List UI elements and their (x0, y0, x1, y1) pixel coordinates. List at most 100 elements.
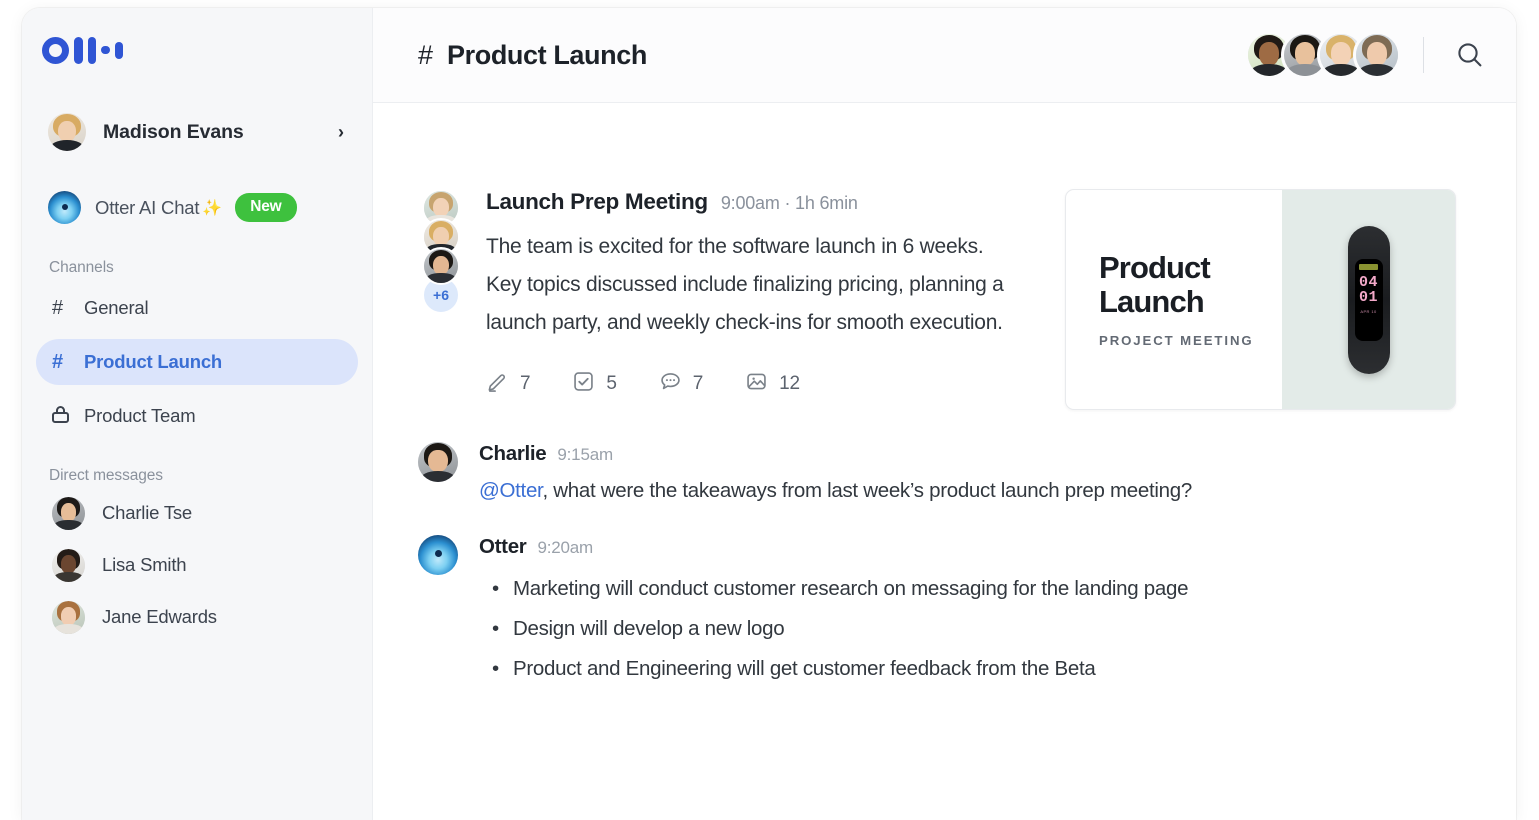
avatar (48, 113, 86, 151)
sidebar-item-product-launch[interactable]: # Product Launch (36, 339, 358, 385)
band-time-bottom: 01 (1358, 288, 1378, 306)
avatar (422, 247, 460, 285)
mention-otter[interactable]: @Otter (479, 479, 543, 502)
message-sender: Charlie (479, 442, 547, 465)
stat-count: 7 (520, 373, 531, 394)
logo-bar-icon (74, 36, 83, 64)
band-status-bar (1359, 263, 1378, 270)
sparkle-icon: ✨ (202, 199, 223, 217)
thumbnail-title-line2: Launch (1099, 284, 1205, 319)
header-divider (1423, 37, 1424, 73)
hash-icon: # (418, 39, 434, 70)
sidebar-dm-lisa-smith[interactable]: Lisa Smith (36, 541, 358, 589)
sidebar-user-row[interactable]: Madison Evans › (36, 104, 358, 160)
sidebar-item-label: Product Team (84, 405, 196, 426)
channels-section-label: Channels (49, 259, 114, 276)
message-timestamp: 9:15am (557, 445, 613, 464)
sidebar-dm-charlie-tse[interactable]: Charlie Tse (36, 489, 358, 537)
main-content: # Product Launch +6 Launch Prep Meeting … (373, 8, 1516, 820)
avatar (52, 496, 85, 530)
otter-logo[interactable] (42, 36, 372, 64)
meeting-summary-text: The team is excited for the software lau… (486, 235, 1004, 334)
page-title: Product Launch (447, 39, 647, 70)
comment-icon (659, 370, 682, 398)
stat-comments[interactable]: 7 (659, 370, 703, 398)
list-item: Design will develop a new logo (479, 609, 1456, 649)
new-badge: New (235, 193, 297, 222)
meeting-thumbnail-card[interactable]: Product Launch PROJECT MEETING 04 01 APR… (1065, 189, 1456, 410)
logo-bar-icon (87, 36, 96, 64)
sidebar-item-label: General (84, 297, 149, 318)
message-otter: Otter 9:20am Marketing will conduct cust… (418, 535, 1456, 689)
checkbox-icon (572, 370, 595, 398)
message-sender: Otter (479, 535, 527, 558)
thumbnail-text-panel: Product Launch PROJECT MEETING (1066, 190, 1282, 409)
message-charlie: Charlie 9:15am @Otter, what were the tak… (418, 442, 1456, 503)
sidebar: Madison Evans › Otter AI Chat ✨ New Chan… (22, 8, 373, 820)
avatar (52, 548, 85, 582)
meeting-participant-stack[interactable]: +6 (418, 189, 464, 410)
sidebar-item-label: Product Launch (84, 351, 223, 372)
lock-icon (52, 405, 78, 427)
chevron-right-icon[interactable]: › (338, 123, 344, 141)
search-icon[interactable] (1450, 35, 1490, 75)
message-timestamp: 9:20am (537, 538, 593, 557)
logo-bar-small-icon (114, 41, 123, 59)
fitness-band-image: 04 01 APR 10 (1347, 225, 1390, 374)
message-content: Charlie 9:15am @Otter, what were the tak… (458, 442, 1456, 503)
dm-name: Jane Edwards (102, 606, 217, 627)
message-header: Otter 9:20am (479, 535, 1456, 559)
stat-images[interactable]: 12 (745, 370, 800, 398)
stat-count: 5 (606, 373, 617, 394)
sidebar-item-otter-ai-chat[interactable]: Otter AI Chat ✨ New (36, 184, 358, 231)
band-time-top: 04 (1358, 273, 1378, 291)
logo-dot-icon (101, 37, 110, 64)
thumbnail-subtitle: PROJECT MEETING (1099, 333, 1254, 348)
app-window: Madison Evans › Otter AI Chat ✨ New Chan… (22, 8, 1516, 820)
sidebar-item-general[interactable]: # General (36, 285, 358, 331)
logo-ring-icon (42, 36, 69, 64)
otter-ai-chat-label: Otter AI Chat (95, 196, 200, 218)
sidebar-dm-jane-edwards[interactable]: Jane Edwards (36, 593, 358, 641)
message-header: Charlie 9:15am (479, 442, 1456, 466)
list-item: Marketing will conduct customer research… (479, 569, 1456, 609)
message-content: Otter 9:20am Marketing will conduct cust… (458, 535, 1456, 689)
meeting-summary-block: +6 Launch Prep Meeting 9:00am · 1h 6min … (418, 189, 1456, 410)
direct-messages-section-label: Direct messages (49, 467, 163, 484)
avatar (418, 442, 458, 482)
stat-count: 12 (779, 373, 800, 394)
band-screen: 04 01 APR 10 (1354, 258, 1383, 341)
stat-count: 7 (692, 373, 704, 394)
hash-icon: # (52, 297, 64, 319)
stat-action-items[interactable]: 5 (572, 370, 617, 398)
meeting-title[interactable]: Launch Prep Meeting (486, 189, 708, 215)
thumbnail-image-panel: 04 01 APR 10 (1282, 190, 1455, 409)
otter-ai-icon (48, 191, 81, 224)
message-feed: +6 Launch Prep Meeting 9:00am · 1h 6min … (373, 103, 1516, 820)
avatar (1353, 31, 1401, 79)
member-avatar-stack[interactable] (1245, 31, 1401, 79)
logo-container (22, 8, 372, 96)
meeting-meta: 9:00am · 1h 6min (720, 193, 858, 213)
otter-takeaways-list: Marketing will conduct customer research… (479, 569, 1456, 689)
stat-highlights[interactable]: 7 (486, 370, 531, 398)
meeting-stats-row: 7 5 7 12 (486, 370, 1017, 398)
avatar (52, 600, 85, 634)
meeting-body: Launch Prep Meeting 9:00am · 1h 6min The… (464, 189, 1017, 410)
list-item: Product and Engineering will get custome… (479, 649, 1456, 689)
highlight-pen-icon (486, 370, 509, 398)
hash-icon: # (52, 351, 64, 373)
otter-ai-icon (418, 535, 458, 575)
dm-name: Charlie Tse (102, 502, 193, 523)
band-date: APR 10 (1360, 308, 1377, 314)
thumbnail-title-line1: Product (1099, 250, 1211, 285)
header-right (1245, 31, 1490, 79)
image-icon (745, 370, 768, 398)
meeting-header: Launch Prep Meeting 9:00am · 1h 6min (486, 189, 1017, 215)
dm-name: Lisa Smith (102, 554, 187, 575)
sidebar-user-name: Madison Evans (103, 120, 244, 143)
channel-header: # Product Launch (373, 8, 1516, 103)
message-text-body: , what were the takeaways from last week… (542, 479, 1192, 502)
message-text: @Otter, what were the takeaways from las… (479, 479, 1456, 503)
sidebar-item-product-team[interactable]: Product Team (36, 393, 358, 439)
